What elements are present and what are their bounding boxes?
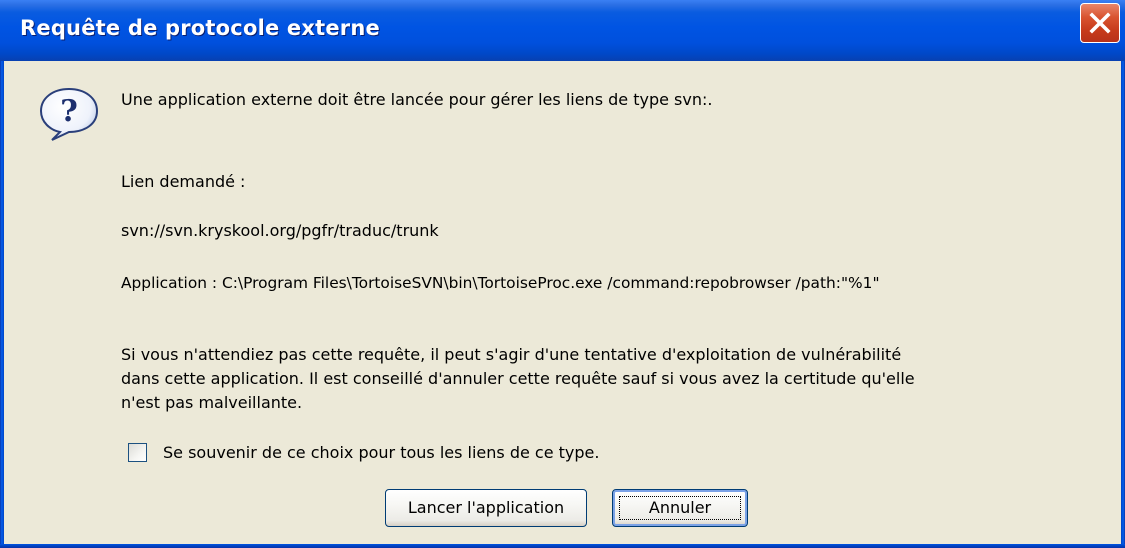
close-button[interactable]: [1080, 3, 1120, 43]
warning-line-1: Si vous n'attendiez pas cette requête, i…: [121, 345, 902, 364]
launch-application-button[interactable]: Lancer l'application: [385, 489, 587, 527]
security-warning: Si vous n'attendiez pas cette requête, i…: [121, 343, 1081, 415]
svg-text:?: ?: [60, 94, 78, 129]
warning-line-3: n'est pas malveillante.: [121, 393, 303, 412]
remember-choice-label[interactable]: Se souvenir de ce choix pour tous les li…: [163, 442, 599, 464]
cancel-button[interactable]: Annuler: [612, 489, 748, 527]
window-frame-bottom: [0, 544, 1125, 548]
dialog-window: Requête de protocole externe ? Une appli…: [0, 0, 1125, 548]
warning-line-2: dans cette application. Il est conseillé…: [121, 369, 915, 388]
application-line: Application : C:\Program Files\TortoiseS…: [121, 274, 880, 292]
dialog-body: [4, 61, 1121, 544]
dialog-title: Requête de protocole externe: [20, 16, 380, 40]
remember-choice-checkbox[interactable]: [128, 443, 147, 462]
requested-link: svn://svn.kryskool.org/pgfr/traduc/trunk: [121, 221, 439, 240]
window-frame-right: [1121, 61, 1125, 548]
dialog-message: Une application externe doit être lancée…: [121, 90, 713, 109]
question-icon: ?: [39, 87, 99, 141]
requested-link-label: Lien demandé :: [121, 172, 246, 191]
close-icon: [1089, 12, 1111, 34]
cancel-button-label: Annuler: [648, 498, 712, 517]
title-bar[interactable]: Requête de protocole externe: [0, 0, 1125, 61]
